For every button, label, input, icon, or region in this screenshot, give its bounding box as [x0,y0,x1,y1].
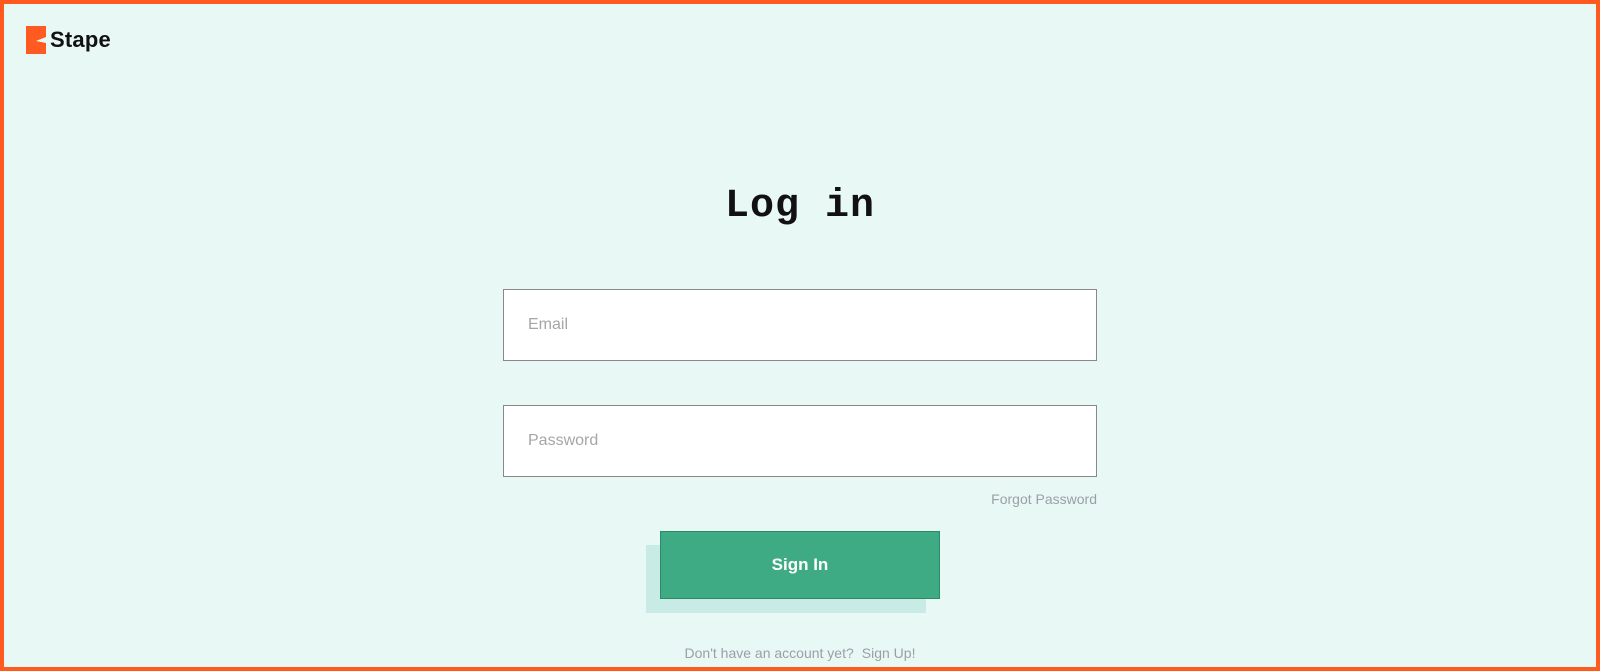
signup-row: Don't have an account yet? Sign Up! [685,645,916,661]
page-title: Log in [725,184,875,229]
login-panel: Log in Forgot Password Sign In Don't hav… [4,4,1596,667]
signup-prompt: Don't have an account yet? [685,645,854,661]
email-input[interactable] [528,316,1072,334]
password-field-wrap [503,405,1097,477]
signup-link[interactable]: Sign Up! [862,645,916,661]
email-field-wrap [503,289,1097,361]
forgot-row: Forgot Password [503,491,1097,509]
signin-button[interactable]: Sign In [660,531,940,599]
signin-button-wrap: Sign In [660,531,940,599]
password-input[interactable] [528,432,1072,450]
forgot-password-link[interactable]: Forgot Password [991,491,1097,507]
login-frame: Stape Log in Forgot Password Sign In Don… [0,0,1600,671]
